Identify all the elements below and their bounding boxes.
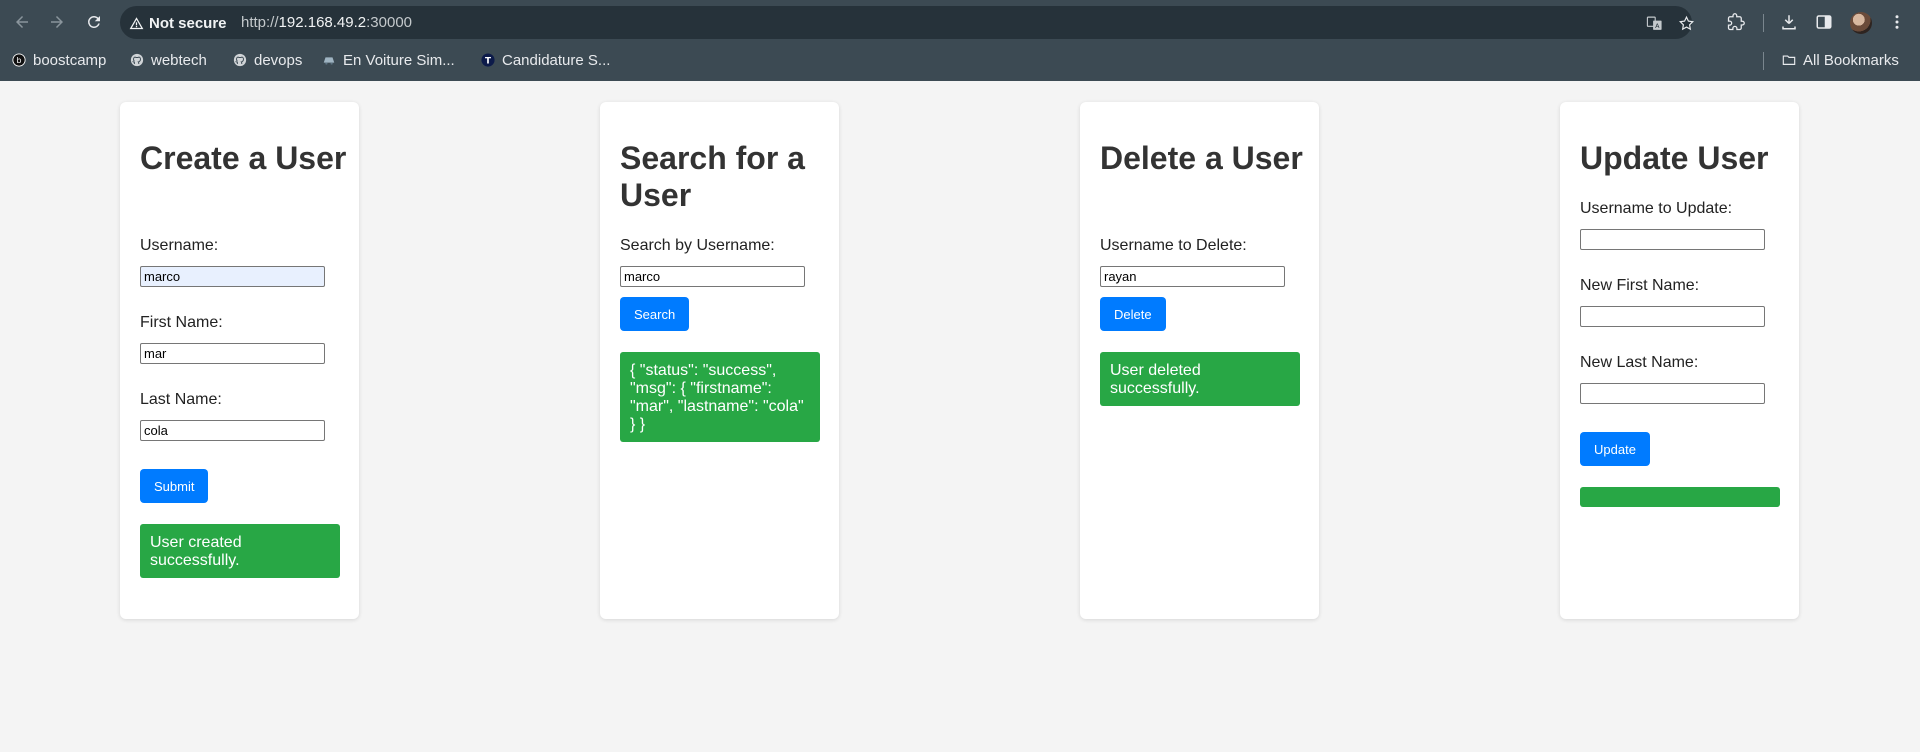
svg-text:T: T <box>485 57 491 67</box>
downloads-button[interactable] <box>1778 11 1800 33</box>
bookmark-label: devops <box>254 51 303 69</box>
search-username-label: Search by Username: <box>620 237 775 254</box>
svg-text:b: b <box>17 56 22 65</box>
bookmark-webtech[interactable]: webtech <box>130 49 207 71</box>
delete-user-title: Delete a User <box>1100 140 1303 176</box>
translate-icon: A <box>1646 16 1662 30</box>
search-user-card: Search for a User Search by Username: Se… <box>600 102 839 619</box>
boostcamp-icon: b <box>12 53 26 67</box>
create-first-name-input[interactable] <box>140 343 325 364</box>
bookmark-star-button[interactable] <box>1676 13 1696 33</box>
first-name-label: First Name: <box>140 314 223 331</box>
all-bookmarks-label: All Bookmarks <box>1803 51 1899 69</box>
bookmarks-bar: b boostcamp webtech devops En Voiture Si… <box>0 47 1920 73</box>
search-button[interactable]: Search <box>620 297 690 331</box>
bookmarks-divider <box>1763 52 1764 70</box>
delete-button[interactable]: Delete <box>1100 297 1166 331</box>
github-icon <box>130 53 144 67</box>
star-icon <box>1678 15 1694 30</box>
side-panel-button[interactable] <box>1813 11 1835 33</box>
create-user-title: Create a User <box>140 140 347 176</box>
url-text[interactable]: http://192.168.49.2:30000 <box>241 14 412 31</box>
username-label: Username: <box>140 237 219 254</box>
delete-user-card: Delete a User Username to Delete: Delete… <box>1080 102 1319 619</box>
submit-button[interactable]: Submit <box>140 469 209 503</box>
update-message <box>1580 487 1780 507</box>
update-first-name-input[interactable] <box>1580 306 1765 327</box>
update-last-name-input[interactable] <box>1580 383 1765 404</box>
update-user-title: Update User <box>1580 140 1769 176</box>
toolbar-divider <box>1763 14 1764 32</box>
url-host: 192.168.49.2 <box>278 14 367 31</box>
reload-icon <box>87 15 100 28</box>
forward-button[interactable] <box>45 10 69 34</box>
address-bar[interactable]: Not secure http://192.168.49.2:30000 A <box>120 6 1694 39</box>
back-button[interactable] <box>10 10 34 34</box>
security-chip[interactable]: Not secure <box>129 13 227 33</box>
new-last-name-label: New Last Name: <box>1580 354 1699 371</box>
create-last-name-input[interactable] <box>140 420 325 441</box>
side-panel-icon <box>1816 15 1832 29</box>
folder-icon <box>1782 53 1796 67</box>
svg-text:A: A <box>1655 22 1660 30</box>
extensions-button[interactable] <box>1725 11 1747 33</box>
bookmark-label: boostcamp <box>33 51 107 69</box>
bookmark-label: En Voiture Sim... <box>343 51 455 69</box>
url-port: :30000 <box>366 14 413 31</box>
browser-menu-button[interactable] <box>1886 11 1908 33</box>
profile-avatar[interactable] <box>1850 12 1872 34</box>
search-username-input[interactable] <box>620 266 805 287</box>
update-user-card: Update User Username to Update: New Firs… <box>1560 102 1799 619</box>
bookmark-devops[interactable]: devops <box>233 49 302 71</box>
bookmark-en-voiture[interactable]: En Voiture Sim... <box>322 49 455 71</box>
arrow-right-icon <box>51 16 63 28</box>
bookmark-boostcamp[interactable]: b boostcamp <box>12 49 106 71</box>
browser-chrome: Not secure http://192.168.49.2:30000 A b <box>0 0 1920 81</box>
search-user-title: Search for a User <box>620 140 805 213</box>
create-user-card: Create a User Username: First Name: Last… <box>120 102 359 619</box>
bookmark-candidature[interactable]: T Candidature S... <box>481 49 610 71</box>
update-button[interactable]: Update <box>1580 432 1650 466</box>
create-username-input[interactable] <box>140 266 325 287</box>
update-username-input[interactable] <box>1580 229 1765 250</box>
arrow-left-icon <box>16 16 28 28</box>
warning-icon <box>129 16 144 29</box>
last-name-label: Last Name: <box>140 391 222 408</box>
reload-button[interactable] <box>82 10 106 34</box>
bookmark-label: webtech <box>151 51 207 69</box>
bookmark-label: Candidature S... <box>502 51 611 69</box>
new-first-name-label: New First Name: <box>1580 277 1700 294</box>
github-icon <box>233 53 247 67</box>
security-label: Not secure <box>149 14 227 32</box>
more-vert-icon <box>1895 15 1899 29</box>
delete-username-label: Username to Delete: <box>1100 237 1247 254</box>
train-icon <box>322 53 336 67</box>
t-logo-icon: T <box>481 53 495 67</box>
url-scheme: http:// <box>241 14 279 31</box>
delete-username-input[interactable] <box>1100 266 1285 287</box>
all-bookmarks-button[interactable]: All Bookmarks <box>1782 49 1899 71</box>
puzzle-icon <box>1727 13 1745 31</box>
translate-button[interactable]: A <box>1644 13 1664 33</box>
browser-toolbar: Not secure http://192.168.49.2:30000 A <box>0 0 1920 45</box>
update-username-label: Username to Update: <box>1580 200 1733 217</box>
delete-success-message: User deleted successfully. <box>1100 352 1300 406</box>
download-icon <box>1782 15 1796 30</box>
create-success-message: User created successfully. <box>140 524 340 578</box>
search-result-message: { "status": "success", "msg": { "firstna… <box>620 352 820 442</box>
